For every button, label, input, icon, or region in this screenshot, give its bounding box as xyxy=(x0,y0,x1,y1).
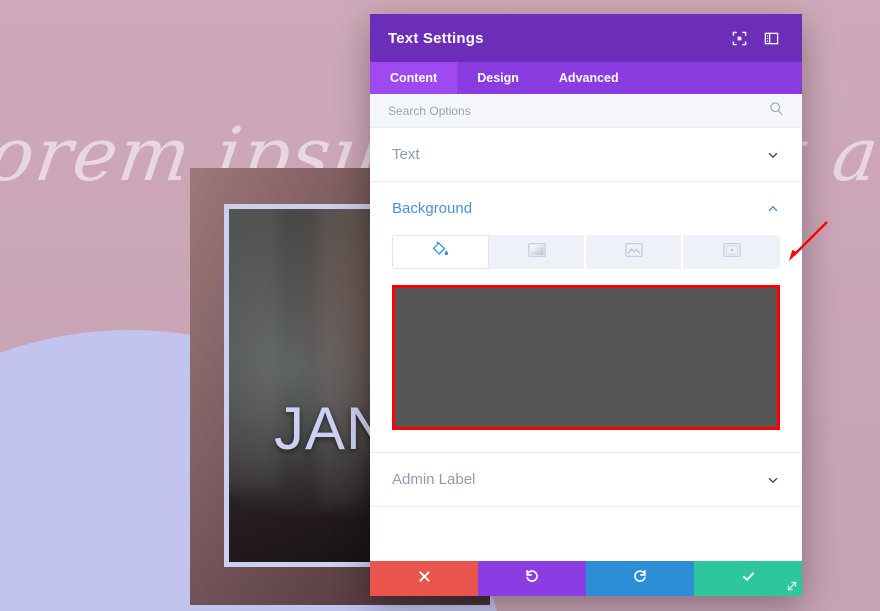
modal-tabbar: Content Design Advanced xyxy=(370,62,802,94)
tab-design[interactable]: Design xyxy=(457,62,539,94)
section-text-label: Text xyxy=(392,146,420,163)
paint-bucket-icon xyxy=(432,241,449,263)
background-type-tabs xyxy=(392,235,780,269)
redo-icon xyxy=(632,568,648,589)
undo-button[interactable] xyxy=(478,561,586,596)
text-settings-modal: Text Settings Content Design Advanced Se… xyxy=(370,14,802,596)
section-text-header[interactable]: Text xyxy=(392,128,780,181)
chevron-down-icon[interactable] xyxy=(766,148,780,162)
tab-advanced[interactable]: Advanced xyxy=(539,62,639,94)
chevron-up-icon[interactable] xyxy=(766,202,780,216)
chevron-down-icon[interactable] xyxy=(766,473,780,487)
modal-title: Text Settings xyxy=(388,29,484,47)
search-icon[interactable] xyxy=(769,101,784,121)
background-image-tab[interactable] xyxy=(586,235,683,269)
background-color-tab[interactable] xyxy=(392,235,489,269)
resize-handle-icon[interactable] xyxy=(784,578,800,594)
search-bar xyxy=(370,94,802,128)
section-background-label: Background xyxy=(392,200,473,217)
page-root: lorem ipsum dolor sit amet JAN Text Sett… xyxy=(0,0,880,611)
section-background-body xyxy=(392,235,780,452)
close-icon xyxy=(418,570,431,588)
search-input[interactable] xyxy=(388,103,769,118)
background-gradient-tab[interactable] xyxy=(489,235,586,269)
tab-content[interactable]: Content xyxy=(370,62,458,94)
layout-panel-icon[interactable] xyxy=(758,25,784,51)
video-icon xyxy=(722,242,741,263)
section-admin-label: Admin Label xyxy=(370,453,802,507)
background-color-swatch[interactable] xyxy=(392,285,780,430)
background-video-tab[interactable] xyxy=(683,235,780,269)
section-background-header[interactable]: Background xyxy=(392,182,780,235)
redo-button[interactable] xyxy=(586,561,694,596)
image-icon xyxy=(624,242,643,263)
modal-body: Text Background Admin Label xyxy=(370,128,802,561)
section-admin-label-header[interactable]: Admin Label xyxy=(392,453,780,506)
section-text: Text xyxy=(370,128,802,182)
undo-icon xyxy=(524,568,540,589)
gradient-icon xyxy=(527,242,546,263)
modal-action-bar xyxy=(370,561,802,596)
cancel-button[interactable] xyxy=(370,561,478,596)
checkmark-icon xyxy=(741,569,756,589)
modal-header: Text Settings xyxy=(370,14,802,62)
section-admin-label-label: Admin Label xyxy=(392,471,476,488)
focus-target-icon[interactable] xyxy=(726,25,752,51)
section-background: Background xyxy=(370,182,802,453)
